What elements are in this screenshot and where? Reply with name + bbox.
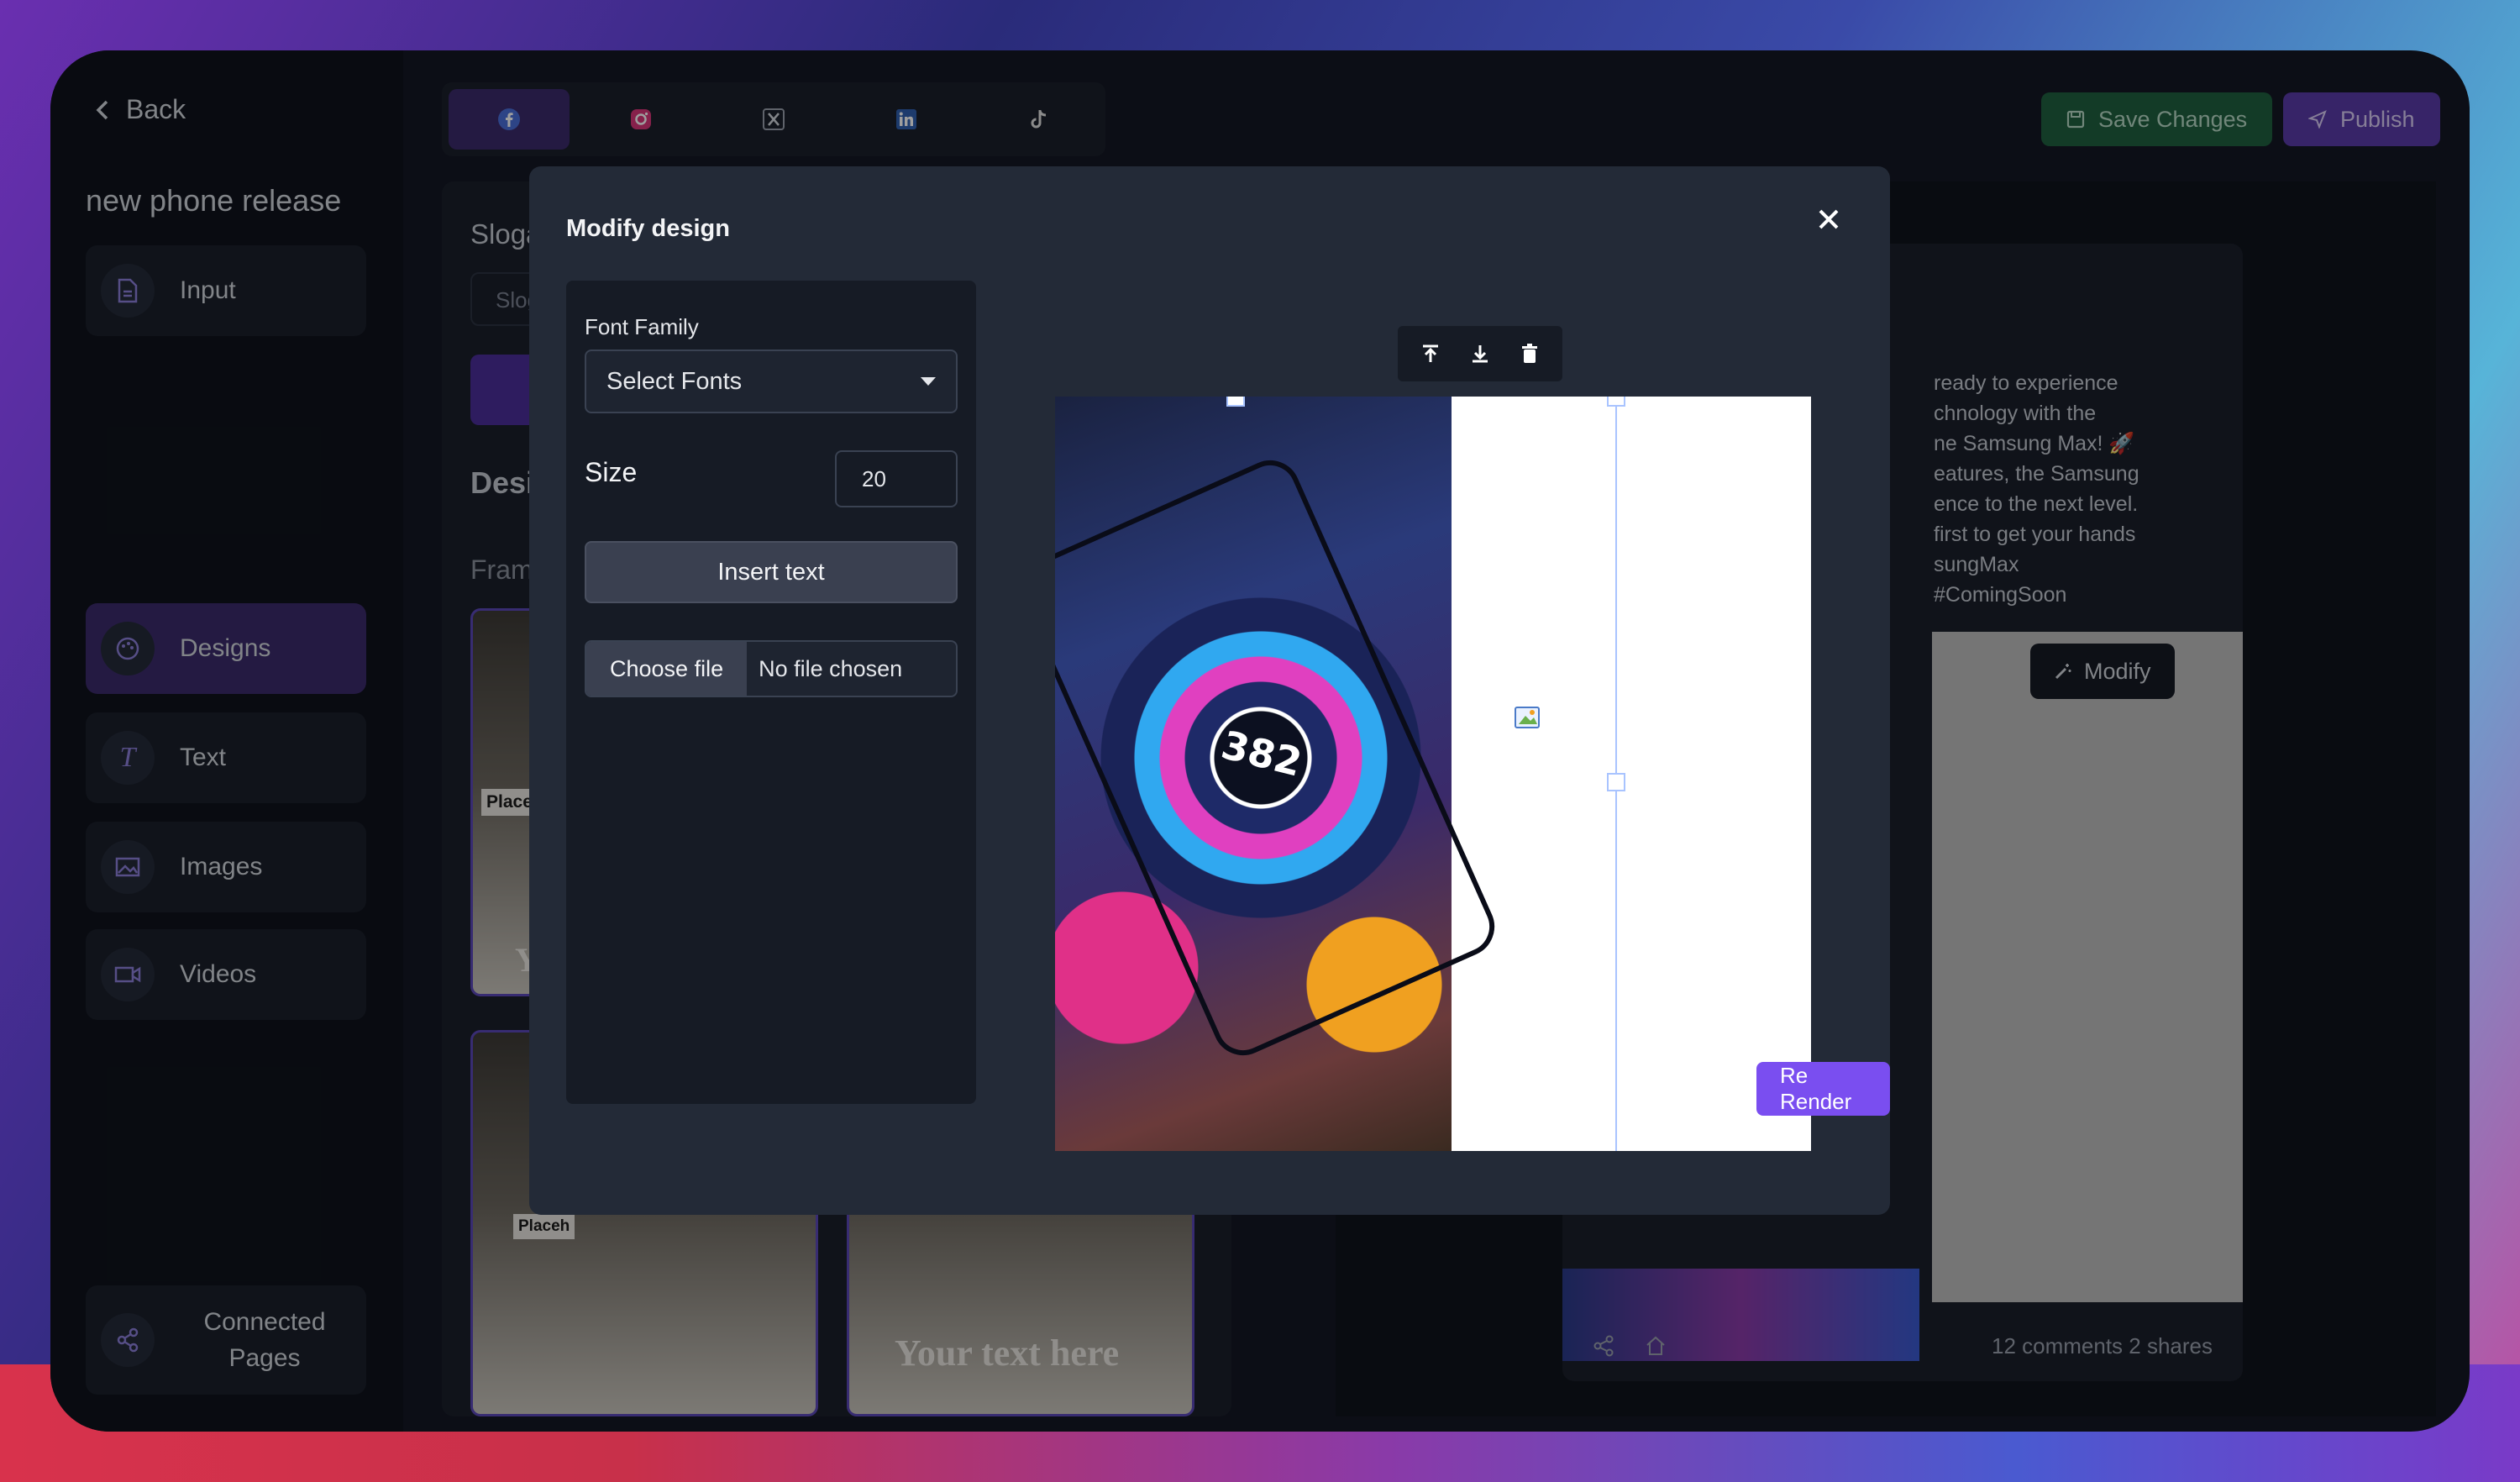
- modify-design-modal: Modify design Font Family Select Fonts S…: [529, 166, 1890, 1215]
- font-family-label: Font Family: [585, 314, 699, 339]
- trash-icon: [1521, 344, 1538, 364]
- arrow-down-to-line-icon: [1471, 344, 1489, 364]
- canvas-toolbar: [1398, 326, 1562, 381]
- resize-handle[interactable]: [1607, 773, 1625, 791]
- file-input[interactable]: Choose file No file chosen: [585, 640, 958, 697]
- font-select-value: Select Fonts: [606, 367, 743, 395]
- font-family-select[interactable]: Select Fonts: [585, 349, 958, 413]
- insert-text-button[interactable]: Insert text: [585, 541, 958, 603]
- resize-handle[interactable]: [1607, 397, 1625, 407]
- arrow-up-to-line-icon: [1421, 344, 1440, 364]
- broken-image-icon[interactable]: [1514, 704, 1542, 731]
- design-artwork[interactable]: 382: [1055, 397, 1504, 1151]
- resize-handle[interactable]: [1226, 397, 1245, 407]
- design-canvas[interactable]: 382: [1055, 397, 1811, 1151]
- re-render-button[interactable]: Re Render: [1756, 1062, 1890, 1116]
- size-label: Size: [585, 457, 638, 487]
- caret-down-icon: [921, 377, 936, 386]
- font-size-input[interactable]: 20: [835, 450, 958, 507]
- modal-title: Modify design: [566, 215, 730, 242]
- text-controls-panel: Font Family Select Fonts Size 20 Insert …: [566, 281, 976, 1104]
- close-button[interactable]: [1818, 208, 1840, 230]
- bring-forward-button[interactable]: [1410, 334, 1451, 374]
- send-backward-button[interactable]: [1460, 334, 1500, 374]
- choose-file-button[interactable]: Choose file: [586, 642, 748, 696]
- file-status: No file chosen: [759, 655, 903, 681]
- delete-button[interactable]: [1509, 334, 1550, 374]
- close-icon: [1818, 208, 1840, 230]
